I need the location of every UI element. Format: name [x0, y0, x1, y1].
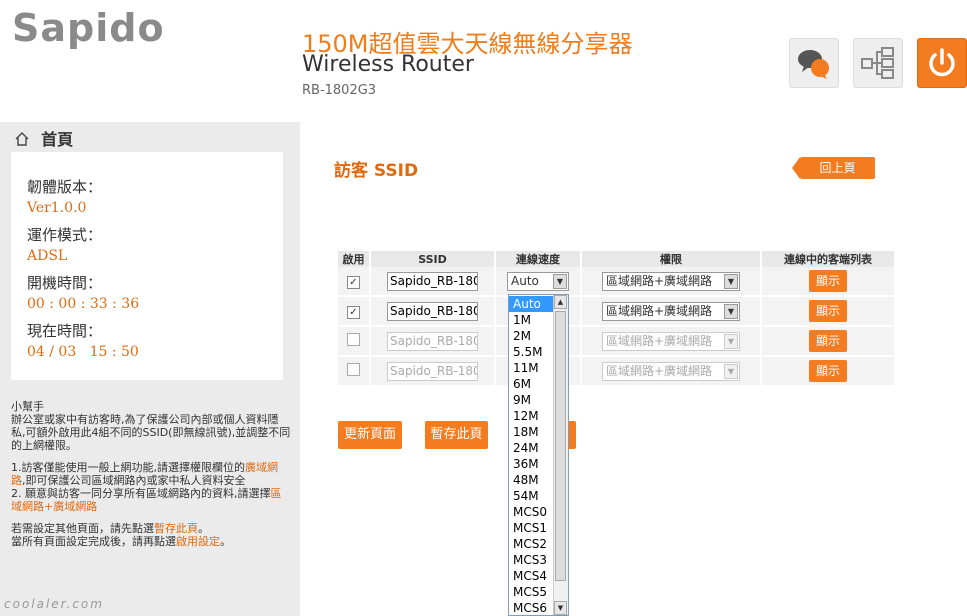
chevron-down-icon: ▼ [553, 273, 567, 289]
speed-option[interactable]: 9M [509, 392, 558, 408]
show-clients-button[interactable]: 顯示 [809, 330, 847, 352]
enable-checkbox[interactable]: ✓ [347, 305, 360, 319]
uptime-label: 開機時間： [27, 274, 103, 292]
home-label: 首頁 [41, 130, 74, 149]
speed-option[interactable]: 18M [509, 424, 558, 440]
network-button[interactable] [853, 38, 903, 88]
time-label: 現在時間： [27, 322, 103, 340]
network-icon [861, 47, 894, 79]
speed-option[interactable]: MCS4 [509, 568, 558, 584]
permission-value: 區域網路+廣域網路 [606, 363, 713, 378]
speed-option[interactable]: 11M [509, 360, 558, 376]
mode-label: 運作模式： [27, 226, 103, 244]
sapido-logo: Sapido [12, 6, 165, 50]
chevron-down-icon: ▼ [724, 333, 738, 349]
back-button[interactable]: 回上頁 [792, 157, 875, 179]
home-link[interactable]: 首頁 [14, 126, 73, 150]
speed-option[interactable]: MCS1 [509, 520, 558, 536]
time-value: 04 / 03 15 : 50 [27, 344, 139, 360]
uptime-value: 00 : 00 : 33 : 36 [27, 296, 140, 312]
speed-option[interactable]: MCS6 [509, 600, 558, 615]
help-item-2: 2. 願意與訪客一同分享所有區域網路內的資料,請選擇區域網路+廣域網路 [11, 487, 282, 513]
permission-value: 區域網路+廣域網路 [606, 303, 713, 318]
ssid-input[interactable]: Sapido_RB-180 [387, 361, 478, 381]
home-icon [15, 132, 29, 146]
chevron-down-icon: ▼ [724, 303, 738, 319]
firmware-value: Ver1.0.0 [27, 200, 87, 216]
help-panel: 小幫手 辦公室或家中有訪客時,為了保護公司內部或個人資料隱私,可額外啟用此4組不… [11, 400, 291, 548]
dropdown-scrollbar[interactable]: ▲ ▼ [553, 295, 568, 615]
enable-checkbox[interactable]: ✓ [347, 275, 360, 289]
speed-option[interactable]: MCS3 [509, 552, 558, 568]
speed-option[interactable]: MCS5 [509, 584, 558, 600]
speed-select-value: Auto [511, 273, 539, 288]
table-row: Sapido_RB-180 區域網路+廣域網路 ▼ 顯示 [338, 327, 894, 357]
enable-checkbox[interactable] [347, 333, 360, 346]
enable-checkbox[interactable] [347, 363, 360, 376]
header-speed: 連線速度 [496, 251, 580, 267]
page-title: 訪客 SSID [334, 161, 419, 181]
speed-dropdown-list[interactable]: Auto 1M 2M 5.5M 11M 6M 9M 12M 18M 24M 36M 48M 54M MCS… [508, 294, 569, 616]
watermark: coolaler.com [4, 597, 104, 611]
speed-option[interactable]: Auto [509, 296, 558, 312]
scroll-thumb[interactable] [555, 311, 566, 581]
scroll-up-icon[interactable]: ▲ [554, 295, 567, 309]
chevron-down-icon: ▼ [724, 363, 738, 379]
mode-value: ADSL [27, 248, 68, 264]
scroll-down-icon[interactable]: ▼ [554, 601, 567, 615]
show-clients-button[interactable]: 顯示 [809, 270, 847, 292]
speed-option[interactable]: 12M [509, 408, 558, 424]
speed-option[interactable]: 1M [509, 312, 558, 328]
header-permission: 權限 [582, 251, 760, 267]
ssid-input[interactable]: Sapido_RB-180 [387, 301, 478, 321]
speed-option[interactable]: 48M [509, 472, 558, 488]
header-client-list: 連線中的客端列表 [762, 251, 894, 267]
help-item-1: 1.訪客僅能使用一般上網功能,請選擇權限欄位的廣域網路,即可保護公司區域網路內或… [11, 461, 278, 487]
save-page-button[interactable]: 暫存此頁 [425, 421, 488, 449]
table-row: ✓ Sapido_RB-180 Auto ▼ 區域網路+廣域網路 ▼ 顯示 [338, 267, 894, 297]
ssid-input[interactable]: Sapido_RB-180 [387, 271, 478, 291]
table-row: Sapido_RB-180 區域網路+廣域網路 ▼ 顯示 [338, 357, 894, 387]
model-number: RB-1802G3 [302, 83, 377, 98]
power-icon [929, 48, 955, 77]
refresh-button[interactable]: 更新頁面 [338, 421, 402, 449]
speed-option[interactable]: 6M [509, 376, 558, 392]
speed-option[interactable]: 5.5M [509, 344, 558, 360]
chevron-down-icon: ▼ [724, 273, 738, 289]
permission-select[interactable]: 區域網路+廣域網路 ▼ [602, 361, 740, 381]
chat-icon [798, 50, 829, 79]
ssid-input[interactable]: Sapido_RB-180 [387, 331, 478, 351]
product-subtitle: Wireless Router [302, 52, 474, 77]
help-title: 小幫手 [11, 400, 44, 413]
speed-option[interactable]: 54M [509, 488, 558, 504]
header-enable: 啟用 [338, 251, 369, 267]
speed-option[interactable]: MCS0 [509, 504, 558, 520]
speed-option[interactable]: 36M [509, 456, 558, 472]
table-row: ✓ Sapido_RB-180 區域網路+廣域網路 ▼ 顯示 [338, 297, 894, 327]
firmware-label: 韌體版本： [27, 178, 103, 196]
permission-value: 區域網路+廣域網路 [606, 333, 713, 348]
permission-select[interactable]: 區域網路+廣域網路 ▼ [602, 271, 740, 291]
guest-ssid-table: 啟用 SSID 連線速度 權限 連線中的客端列表 ✓ Sapido_RB-180… [336, 251, 896, 387]
status-panel: 韌體版本： Ver1.0.0 運作模式： ADSL 開機時間： 00 : 00 … [11, 152, 283, 380]
help-note: 若需設定其他頁面，請先點選暫存此頁。 當所有頁面設定完成後，請再點選啟用設定。 [11, 522, 231, 548]
power-button[interactable] [917, 38, 967, 88]
permission-select[interactable]: 區域網路+廣域網路 ▼ [602, 331, 740, 351]
speed-option[interactable]: 24M [509, 440, 558, 456]
chat-button[interactable] [789, 38, 839, 88]
speed-select[interactable]: Auto ▼ [507, 271, 569, 291]
permission-value: 區域網路+廣域網路 [606, 273, 713, 288]
speed-option[interactable]: 2M [509, 328, 558, 344]
speed-option[interactable]: MCS2 [509, 536, 558, 552]
show-clients-button[interactable]: 顯示 [809, 300, 847, 322]
header-ssid: SSID [371, 251, 494, 267]
permission-select[interactable]: 區域網路+廣域網路 ▼ [602, 301, 740, 321]
help-intro: 辦公室或家中有訪客時,為了保護公司內部或個人資料隱私,可額外啟用此4組不同的SS… [11, 413, 291, 452]
show-clients-button[interactable]: 顯示 [809, 360, 847, 382]
